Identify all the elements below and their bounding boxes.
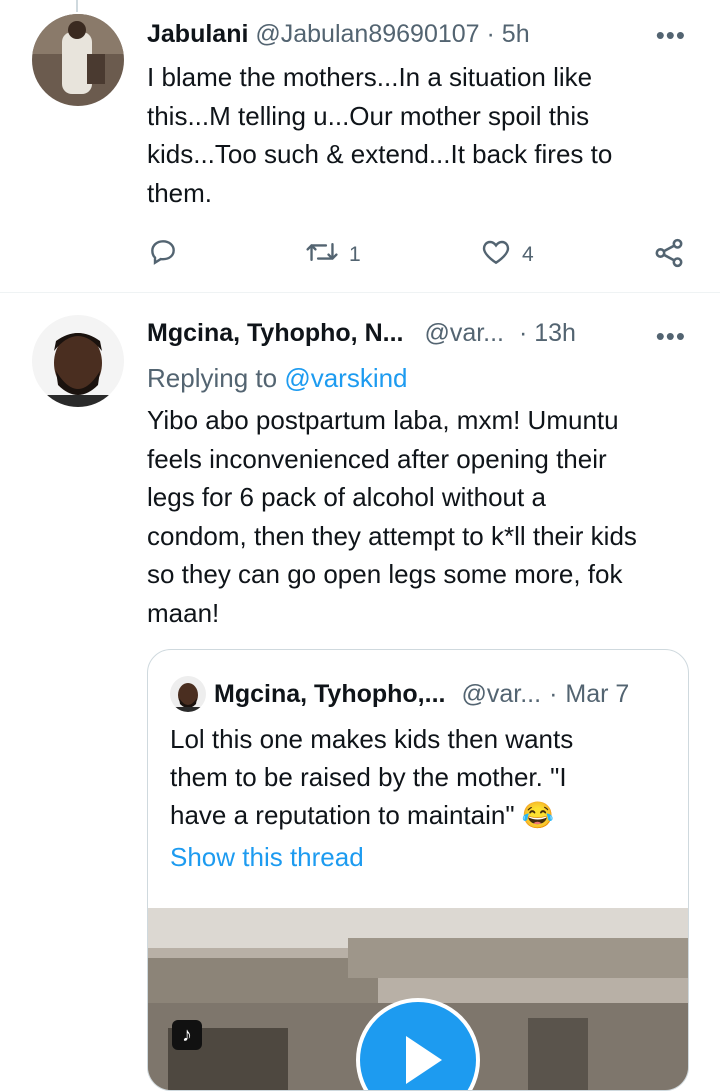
share-button[interactable] bbox=[652, 236, 686, 276]
more-options-icon[interactable]: ••• bbox=[656, 321, 686, 352]
reply-button[interactable] bbox=[147, 236, 179, 274]
tweet-jabulani[interactable]: Jabulani @Jabulan89690107 · 5h ••• I bla… bbox=[0, 0, 720, 292]
like-icon bbox=[480, 236, 512, 274]
tweet-header: Jabulani @Jabulan89690107 · 5h bbox=[147, 20, 530, 49]
retweet-icon bbox=[305, 236, 339, 274]
text-line: Yibo abo postpartum laba, mxm! Umuntu bbox=[147, 405, 619, 435]
quoted-handle: @var... bbox=[461, 679, 542, 708]
replying-to-handle[interactable]: @varskind bbox=[284, 363, 407, 393]
tweet-text: I blame the mothers...In a situation lik… bbox=[147, 58, 692, 212]
video-thumbnail[interactable]: ♪ bbox=[148, 908, 688, 1090]
more-options-icon[interactable]: ••• bbox=[656, 20, 686, 51]
tweet-header: Mgcina, Tyhopho, N... @var... · 13h bbox=[147, 319, 576, 348]
like-button[interactable]: 4 bbox=[480, 236, 534, 274]
separator: · bbox=[486, 20, 495, 48]
text-line: condom, then they attempt to k*ll their … bbox=[147, 520, 637, 551]
text-line: maan! bbox=[147, 597, 220, 628]
text-line: feels inconvenienced after opening their bbox=[147, 443, 607, 474]
like-count: 4 bbox=[522, 243, 534, 266]
text-line: I blame the mothers...In a situation lik… bbox=[147, 62, 593, 92]
display-name[interactable]: Jabulani bbox=[147, 20, 248, 48]
avatar[interactable] bbox=[32, 315, 124, 407]
retweet-count: 1 bbox=[349, 243, 361, 266]
user-handle[interactable]: @var... bbox=[424, 319, 504, 347]
replying-to: Replying to @varskind bbox=[147, 363, 408, 394]
quoted-tweet-header: Mgcina, Tyhopho,... @var... · Mar 7 bbox=[170, 676, 629, 712]
text-line: Lol this one makes kids then wants bbox=[170, 724, 574, 754]
share-icon bbox=[652, 236, 686, 276]
quoted-tweet[interactable]: Mgcina, Tyhopho,... @var... · Mar 7 Lol … bbox=[147, 649, 689, 1091]
text-line: them. bbox=[147, 177, 213, 208]
show-thread-link[interactable]: Show this thread bbox=[170, 842, 364, 873]
user-handle[interactable]: @Jabulan89690107 bbox=[255, 20, 479, 48]
text-line: legs for 6 pack of alcohol without a bbox=[147, 482, 546, 512]
tweet-actions: 1 4 bbox=[147, 236, 692, 272]
replying-to-label: Replying to bbox=[147, 363, 285, 393]
text-line: them to be raised by the mother. "I bbox=[170, 762, 567, 792]
avatar[interactable] bbox=[32, 14, 124, 106]
text-line: kids...Too such & extend...It back fires… bbox=[147, 139, 613, 169]
retweet-button[interactable]: 1 bbox=[305, 236, 361, 274]
reply-icon bbox=[147, 236, 179, 274]
timestamp[interactable]: 13h bbox=[534, 319, 576, 347]
tiktok-icon: ♪ bbox=[172, 1020, 202, 1050]
quoted-display-name: Mgcina, Tyhopho,... bbox=[214, 679, 446, 708]
quoted-date: Mar 7 bbox=[565, 679, 630, 708]
display-name[interactable]: Mgcina, Tyhopho, N... bbox=[147, 319, 403, 347]
text-line: have a reputation to maintain" 😂 bbox=[170, 800, 555, 830]
text-line: this...M telling u...Our mother spoil th… bbox=[147, 100, 590, 131]
quoted-text: Lol this one makes kids then wants them … bbox=[170, 720, 670, 834]
timestamp[interactable]: 5h bbox=[502, 20, 530, 48]
tweet-text: Yibo abo postpartum laba, mxm! Umuntu fe… bbox=[147, 401, 692, 632]
quoted-avatar bbox=[170, 676, 206, 712]
play-button-icon[interactable] bbox=[356, 998, 480, 1090]
separator: · bbox=[549, 679, 558, 708]
text-line: so they can go open legs some more, fok bbox=[147, 559, 623, 589]
separator: · bbox=[518, 319, 528, 347]
